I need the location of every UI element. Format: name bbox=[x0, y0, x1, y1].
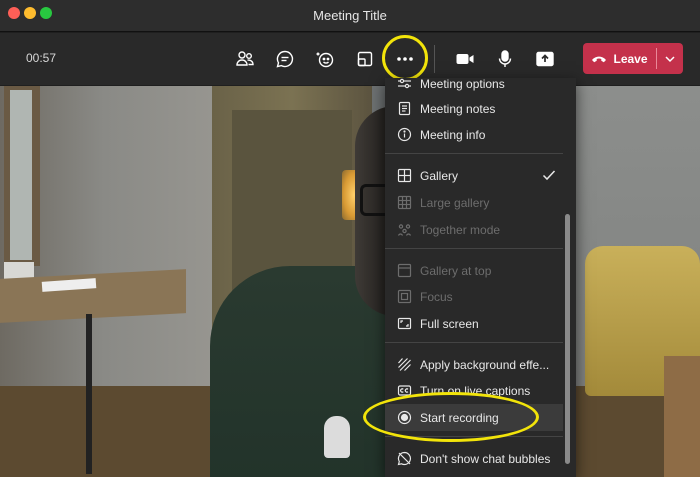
captions-icon bbox=[397, 383, 412, 398]
toolbar-separator bbox=[434, 45, 435, 73]
menu-item-label: Apply background effe... bbox=[420, 358, 550, 372]
meeting-toolbar: 00:57 Leave bbox=[0, 33, 700, 85]
leave-label: Leave bbox=[613, 51, 648, 66]
more-actions-button[interactable] bbox=[390, 44, 420, 74]
reactions-icon bbox=[316, 52, 334, 68]
menu-item-background-effects[interactable]: Apply background effe... bbox=[385, 351, 563, 378]
menu-divider bbox=[385, 153, 563, 154]
together-mode-icon bbox=[397, 222, 412, 237]
participant-glasses bbox=[360, 184, 386, 216]
leave-options-button[interactable] bbox=[657, 43, 683, 74]
share-icon bbox=[536, 51, 554, 67]
menu-item-label: Together mode bbox=[420, 223, 501, 237]
people-icon bbox=[236, 51, 254, 66]
reactions-button[interactable] bbox=[310, 44, 340, 74]
menu-item-focus[interactable]: Focus bbox=[385, 283, 563, 310]
menu-item-label: Full screen bbox=[420, 317, 479, 331]
more-icon bbox=[397, 57, 413, 61]
menu-item-label: Gallery at top bbox=[420, 264, 492, 278]
camera-button[interactable] bbox=[450, 44, 480, 74]
menu-item-large-gallery[interactable]: Large gallery bbox=[385, 189, 563, 216]
menu-item-label: Turn on live captions bbox=[420, 384, 531, 398]
menu-divider bbox=[385, 342, 563, 343]
rooms-button[interactable] bbox=[350, 44, 380, 74]
record-icon bbox=[397, 410, 412, 425]
gallery-icon bbox=[397, 168, 412, 183]
menu-item-label: Meeting notes bbox=[420, 102, 496, 116]
background-effects-icon bbox=[397, 357, 412, 372]
checkmark-icon bbox=[542, 170, 556, 181]
chevron-down-icon bbox=[665, 55, 675, 62]
gallery-top-icon bbox=[397, 263, 412, 278]
info-icon bbox=[397, 127, 412, 142]
leave-button-group: Leave bbox=[583, 43, 683, 74]
more-actions-menu: Meeting options Meeting notes Meeting in… bbox=[385, 78, 576, 477]
video-feed bbox=[0, 86, 700, 477]
menu-divider bbox=[385, 436, 563, 437]
rooms-icon bbox=[357, 51, 373, 67]
menu-item-live-captions[interactable]: Turn on live captions bbox=[385, 377, 563, 404]
camera-icon bbox=[456, 54, 474, 64]
participants-button[interactable] bbox=[230, 44, 260, 74]
large-gallery-icon bbox=[397, 195, 412, 210]
window-title: Meeting Title bbox=[313, 8, 387, 23]
menu-item-together-mode[interactable]: Together mode bbox=[385, 216, 563, 243]
leave-button[interactable]: Leave bbox=[583, 43, 656, 74]
settings-icon bbox=[397, 78, 412, 91]
chat-button[interactable] bbox=[270, 44, 300, 74]
menu-item-full-screen[interactable]: Full screen bbox=[385, 310, 563, 337]
chat-icon bbox=[276, 50, 294, 68]
shirt-logo bbox=[324, 416, 350, 458]
menu-item-label: Large gallery bbox=[420, 196, 490, 210]
microphone-icon bbox=[498, 50, 512, 67]
menu-item-gallery[interactable]: Gallery bbox=[385, 162, 563, 189]
menu-item-gallery-at-top[interactable]: Gallery at top bbox=[385, 257, 563, 284]
notes-icon bbox=[397, 101, 412, 116]
menu-item-label: Don't show chat bubbles bbox=[420, 452, 551, 466]
menu-item-label: Focus bbox=[420, 290, 453, 304]
menu-item-label: Meeting info bbox=[420, 128, 486, 142]
menu-item-label: Start recording bbox=[420, 411, 499, 425]
fullscreen-icon bbox=[397, 316, 412, 331]
focus-icon bbox=[397, 289, 412, 304]
menu-item-label: Gallery bbox=[420, 169, 459, 183]
video-scene-table-leg bbox=[86, 314, 92, 474]
menu-divider bbox=[385, 248, 563, 249]
share-button[interactable] bbox=[530, 44, 560, 74]
menu-item-meeting-notes[interactable]: Meeting notes bbox=[385, 95, 563, 122]
menu-item-meeting-info[interactable]: Meeting info bbox=[385, 121, 563, 148]
menu-item-label: Meeting options bbox=[420, 78, 505, 91]
menu-item-start-recording[interactable]: Start recording bbox=[385, 404, 563, 431]
window-titlebar: Meeting Title bbox=[0, 0, 700, 32]
video-scene-side-table bbox=[664, 356, 700, 477]
menu-item-chat-bubbles[interactable]: Don't show chat bubbles bbox=[385, 445, 563, 472]
hang-up-icon bbox=[592, 56, 607, 62]
menu-scrollbar[interactable] bbox=[565, 214, 570, 464]
meeting-timer: 00:57 bbox=[26, 51, 57, 65]
microphone-button[interactable] bbox=[490, 44, 520, 74]
video-scene-glass bbox=[10, 90, 32, 260]
chat-bubbles-off-icon bbox=[397, 451, 412, 466]
